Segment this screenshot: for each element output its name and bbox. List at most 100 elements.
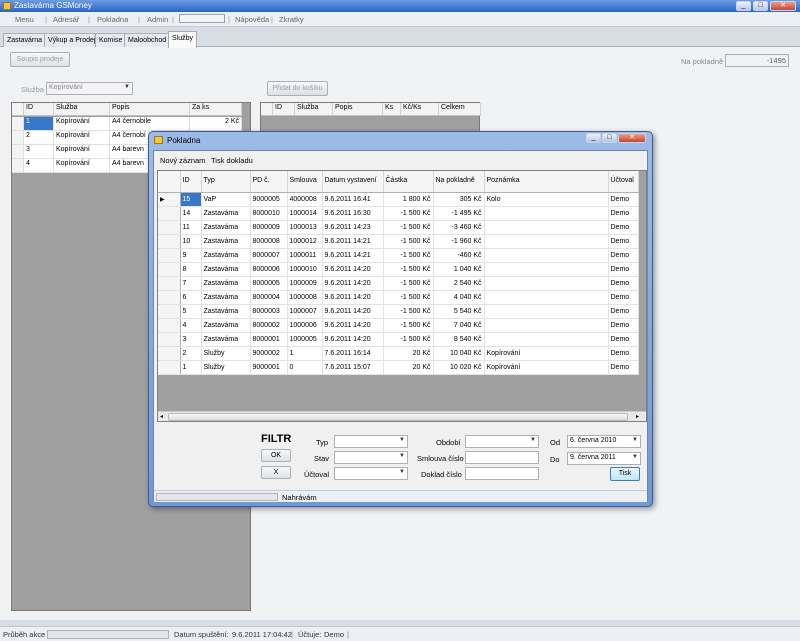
table-cell[interactable]: Zastaváma <box>201 290 251 305</box>
table-cell[interactable]: 1000012 <box>287 234 323 249</box>
table-cell[interactable]: 1000005 <box>287 332 323 347</box>
table-cell[interactable]: 9.6.2011 14:21 <box>322 248 384 263</box>
table-cell[interactable]: 1000007 <box>287 304 323 319</box>
table-cell[interactable] <box>484 234 609 249</box>
table-cell[interactable]: -3 460 Kč <box>433 220 485 235</box>
table-cell[interactable]: 1000008 <box>287 290 323 305</box>
table-cell[interactable] <box>484 304 609 319</box>
table-cell[interactable]: Zastaváma <box>201 318 251 333</box>
col-header-datum[interactable]: Datum vystavení <box>322 171 384 193</box>
obdobi-select[interactable]: ▼ <box>465 435 539 448</box>
table-cell[interactable]: 9 <box>180 248 202 263</box>
table-cell[interactable]: 7.6.2011 15:07 <box>322 360 384 375</box>
table-row[interactable]: 4 Zastaváma 8000002 1000006 9.6.2011 14:20 -1… <box>158 318 639 333</box>
table-cell[interactable]: 2 540 Kč <box>433 276 485 291</box>
table-cell[interactable]: 2 <box>24 131 54 145</box>
table-cell[interactable]: -1 500 Kč <box>383 234 434 249</box>
table-cell[interactable]: Zastaváma <box>201 262 251 277</box>
maximize-button[interactable]: □ <box>753 1 768 11</box>
scrollbar-thumb[interactable] <box>168 413 628 421</box>
tab-komise[interactable]: Komise <box>95 33 127 47</box>
dialog-close-button[interactable]: ✕ <box>618 133 646 143</box>
table-row[interactable]: 5 Zastaváma 8000003 1000007 9.6.2011 14:20 -1… <box>158 304 639 319</box>
table-cell[interactable]: Služby <box>201 346 251 361</box>
tab-sluzby[interactable]: Služby <box>168 31 198 48</box>
smlouva-cislo-input[interactable] <box>465 451 539 464</box>
table-cell[interactable] <box>484 206 609 221</box>
table-cell[interactable]: 7.6.2011 16:14 <box>322 346 384 361</box>
table-cell[interactable]: 4 040 Kč <box>433 290 485 305</box>
table-cell[interactable]: 1 800 Kč <box>383 192 434 207</box>
pokladna-grid[interactable]: ID Typ PD č. Smlouva Datum vystavení Čás… <box>157 170 647 422</box>
col-header-sluzba[interactable]: Služba <box>295 103 333 116</box>
table-cell[interactable]: 1 040 Kč <box>433 262 485 277</box>
table-cell[interactable]: 15 <box>180 192 202 207</box>
table-cell[interactable] <box>484 332 609 347</box>
row-header[interactable] <box>158 206 181 221</box>
col-header-celkem[interactable]: Celkem <box>439 103 481 116</box>
minimize-button[interactable]: _ <box>736 1 751 11</box>
menu-item-menu[interactable]: Menu <box>15 15 34 24</box>
table-cell[interactable]: Služby <box>201 360 251 375</box>
table-cell[interactable]: 2 <box>180 346 202 361</box>
table-row[interactable]: 7 Zastaváma 8000005 1000009 9.6.2011 14:20 -1… <box>158 276 639 291</box>
table-cell[interactable]: Zastaváma <box>201 206 251 221</box>
col-header-uctoval[interactable]: Účtoval <box>608 171 639 193</box>
table-cell[interactable]: 1000009 <box>287 276 323 291</box>
filter-ok-button[interactable]: OK <box>261 449 291 462</box>
menu-tisk-dokladu[interactable]: Tisk dokladu <box>211 156 253 165</box>
col-header-ks[interactable]: Ks <box>383 103 401 116</box>
table-cell[interactable]: Demo <box>608 206 639 221</box>
table-cell[interactable]: VaP <box>201 192 251 207</box>
table-cell[interactable]: 0 <box>287 360 323 375</box>
table-row[interactable]: 14 Zastaváma 8000010 1000014 9.6.2011 16:30-… <box>158 206 639 221</box>
table-cell[interactable]: -1 500 Kč <box>383 262 434 277</box>
table-cell[interactable]: Demo <box>608 276 639 291</box>
table-cell[interactable]: Demo <box>608 192 639 207</box>
table-cell[interactable]: Kopírování <box>484 360 609 375</box>
table-cell[interactable]: 8000007 <box>250 248 288 263</box>
row-header[interactable] <box>158 248 181 263</box>
col-header-popis[interactable]: Popis <box>333 103 383 116</box>
table-cell[interactable]: Demo <box>608 304 639 319</box>
row-header[interactable] <box>158 276 181 291</box>
col-header-castka[interactable]: Částka <box>383 171 434 193</box>
table-cell[interactable]: 9.6.2011 14:20 <box>322 304 384 319</box>
table-cell[interactable]: -1 500 Kč <box>383 220 434 235</box>
table-cell[interactable]: 8000006 <box>250 262 288 277</box>
tab-zastavarna[interactable]: Zastavárna <box>3 33 47 47</box>
table-cell[interactable]: 1000006 <box>287 318 323 333</box>
row-header[interactable] <box>12 159 24 173</box>
tab-vykup-prodej[interactable]: Výkup a Prodej <box>44 33 100 47</box>
sluzba-select[interactable]: Kopírování ▼ <box>46 82 133 95</box>
table-cell[interactable]: 9.6.2011 14:20 <box>322 290 384 305</box>
table-row[interactable]: 3 Zastaváma 8000001 1000005 9.6.2011 14:20 -1… <box>158 332 639 347</box>
table-cell[interactable]: 7 <box>180 276 202 291</box>
col-header-typ[interactable]: Typ <box>201 171 251 193</box>
dialog-maximize-button[interactable]: □ <box>602 133 617 143</box>
tab-maloobchod[interactable]: Maloobchod <box>124 33 171 47</box>
table-cell[interactable]: -1 500 Kč <box>383 318 434 333</box>
table-row[interactable]: 10 Zastaváma 8000008 1000012 9.6.2011 14:21-… <box>158 234 639 249</box>
uctoval-select[interactable]: ▼ <box>334 467 408 480</box>
table-cell[interactable]: 9.6.2011 14:20 <box>322 332 384 347</box>
menu-item-adresar[interactable]: Adresář <box>53 15 79 24</box>
col-header-id[interactable]: ID <box>180 171 202 193</box>
table-cell[interactable] <box>484 318 609 333</box>
table-cell[interactable] <box>484 276 609 291</box>
scroll-left-icon[interactable]: ◂ <box>160 413 163 420</box>
table-cell[interactable]: 8000008 <box>250 234 288 249</box>
table-row[interactable]: 6 Zastaváma 8000004 1000008 9.6.2011 14:20 -1… <box>158 290 639 305</box>
table-cell[interactable]: -1 960 Kč <box>433 234 485 249</box>
table-row[interactable]: 8 Zastaváma 8000006 1000010 9.6.2011 14:20 -1… <box>158 262 639 277</box>
menu-item-admin[interactable]: Admin <box>147 15 168 24</box>
row-header[interactable] <box>158 290 181 305</box>
table-cell[interactable]: 1000010 <box>287 262 323 277</box>
table-row[interactable]: 1 Služby 9000001 0 7.6.2011 15:07 20 Kč 10 020… <box>158 360 639 375</box>
col-header-id[interactable]: ID <box>273 103 295 116</box>
horizontal-scrollbar[interactable]: ◂ ▸ <box>158 411 646 421</box>
table-cell[interactable]: 3 <box>180 332 202 347</box>
table-cell[interactable]: 8000002 <box>250 318 288 333</box>
table-cell[interactable]: Kolo <box>484 192 609 207</box>
table-cell[interactable]: 9.6.2011 14:20 <box>322 318 384 333</box>
